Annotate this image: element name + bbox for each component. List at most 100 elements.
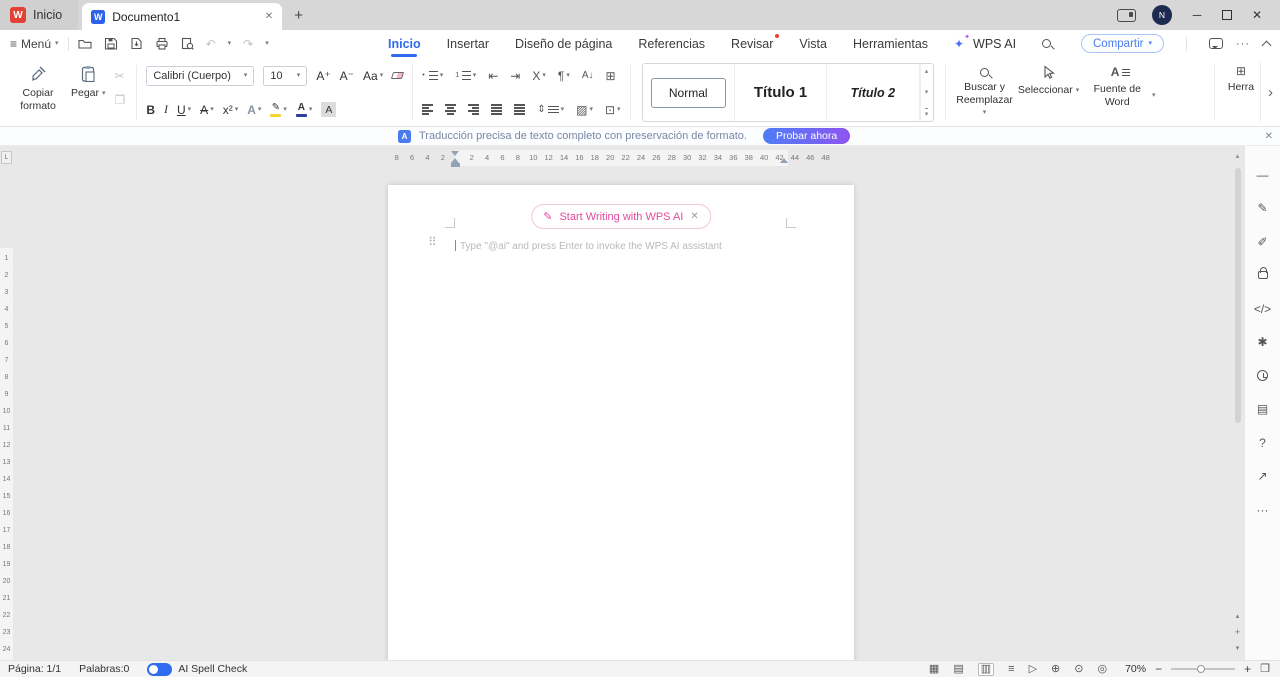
new-tab-button[interactable]: + xyxy=(294,7,303,24)
highlight-button[interactable]: ✎▾ xyxy=(270,103,287,117)
bold-button[interactable]: B xyxy=(146,103,155,117)
close-notification-icon[interactable]: ✕ xyxy=(1265,131,1273,142)
drag-handle-icon[interactable]: ⠿ xyxy=(428,236,437,248)
document-page[interactable]: ✎ Start Writing with WPS AI ✕ ⠿ Type "@a… xyxy=(388,185,854,660)
vertical-scrollbar[interactable]: ▴ ▴ + ▾ xyxy=(1231,152,1244,656)
italic-button[interactable]: I xyxy=(164,102,168,117)
superscript-button[interactable]: x²▾ xyxy=(223,103,239,117)
vertical-ruler[interactable]: 123456789101112131415161718192021222324 xyxy=(0,170,13,660)
web-layout-icon[interactable]: ▤ xyxy=(953,664,963,675)
edit-pen-icon[interactable]: ✎ xyxy=(1245,192,1280,226)
play-icon[interactable]: ▷ xyxy=(1029,664,1037,675)
style-titulo-2[interactable]: Título 2 xyxy=(827,64,919,121)
asian-layout-button[interactable]: X▾ xyxy=(532,70,546,82)
tab-referencias[interactable]: Referencias xyxy=(638,30,705,57)
help-icon[interactable]: ? xyxy=(1245,426,1280,460)
page-view-icon[interactable]: ▥ xyxy=(978,663,994,676)
cut-icon[interactable]: ✂ xyxy=(115,69,126,83)
tab-vista[interactable]: Vista xyxy=(799,30,827,57)
avatar[interactable]: N xyxy=(1152,5,1172,25)
tools-button[interactable]: ⊞ Herra xyxy=(1222,62,1260,123)
styles-down-icon[interactable]: ▾ xyxy=(925,88,929,96)
print-layout-icon[interactable]: ▦ xyxy=(929,664,939,675)
locate-icon[interactable]: ◎ xyxy=(1097,664,1107,675)
eye-protect-icon[interactable]: ⊙ xyxy=(1074,664,1083,675)
close-doc-tab-icon[interactable]: ✕ xyxy=(265,11,273,22)
distribute-button[interactable] xyxy=(514,104,525,114)
horizontal-ruler[interactable]: 8642 24681012141618202224262830323436384… xyxy=(14,150,1244,166)
sort-button[interactable]: A↓ xyxy=(582,71,594,81)
paste-button[interactable]: Pegar▾ xyxy=(66,62,111,123)
history-icon[interactable] xyxy=(1245,359,1280,393)
paragraph-marks-button[interactable]: ¶▾ xyxy=(558,70,570,82)
open-button[interactable] xyxy=(78,37,92,50)
style-normal[interactable]: Normal xyxy=(643,64,735,121)
numbering-button[interactable]: 1▾ xyxy=(455,71,476,81)
word-source-button[interactable]: A Fuente de Word▾ xyxy=(1081,62,1161,123)
language-icon[interactable]: ⊕ xyxy=(1051,664,1060,675)
tab-insertar[interactable]: Insertar xyxy=(447,30,489,57)
browse-object-icon[interactable]: + xyxy=(1235,629,1240,635)
scroll-up-icon[interactable]: ▴ xyxy=(1236,152,1240,162)
device-icon[interactable] xyxy=(1117,9,1136,22)
justify-button[interactable] xyxy=(491,104,502,114)
comment-icon[interactable] xyxy=(1209,38,1223,49)
export-pdf-button[interactable] xyxy=(130,37,143,50)
settings-icon[interactable]: ✱ xyxy=(1245,326,1280,360)
zoom-level[interactable]: 70% xyxy=(1125,663,1146,675)
select-tool-icon[interactable]: ✐ xyxy=(1245,225,1280,259)
borders-button[interactable]: ⊡▾ xyxy=(605,104,621,116)
first-line-indent-marker[interactable] xyxy=(451,151,459,156)
close-chip-icon[interactable]: ✕ xyxy=(690,211,698,222)
tab-herramientas[interactable]: Herramientas xyxy=(853,30,928,57)
maximize-button[interactable] xyxy=(1222,10,1232,20)
scrollbar-thumb[interactable] xyxy=(1235,168,1241,423)
print-preview-button[interactable] xyxy=(181,37,194,50)
hide-panel-icon[interactable]: — xyxy=(1245,158,1280,192)
styles-more-icon[interactable]: ▾ xyxy=(925,108,929,118)
print-button[interactable] xyxy=(155,37,169,50)
undo-icon[interactable]: ↶ xyxy=(206,37,216,51)
decrease-indent-button[interactable]: ⇤ xyxy=(488,70,498,82)
code-icon[interactable]: </> xyxy=(1245,292,1280,326)
right-indent-marker[interactable] xyxy=(780,158,788,163)
strikethrough-button[interactable]: A▾ xyxy=(200,103,214,117)
try-now-button[interactable]: Probar ahora xyxy=(763,128,850,144)
align-center-button[interactable] xyxy=(445,104,456,114)
word-count[interactable]: Palabras:0 xyxy=(79,663,129,675)
clear-format-button[interactable] xyxy=(392,72,403,79)
shading-button[interactable]: ▨▾ xyxy=(576,104,593,116)
more-icon[interactable]: ··· xyxy=(1245,493,1280,527)
tab-revisar[interactable]: Revisar xyxy=(731,30,773,57)
save-button[interactable] xyxy=(104,37,118,50)
lock-icon[interactable] xyxy=(1245,259,1280,293)
left-indent-marker[interactable] xyxy=(451,163,460,167)
align-left-button[interactable] xyxy=(422,104,433,114)
font-color-button[interactable]: A▾ xyxy=(296,103,313,117)
font-size-select[interactable]: 10 ▾ xyxy=(263,66,307,86)
previous-page-icon[interactable]: ▴ xyxy=(1236,612,1240,620)
collapse-ribbon-icon[interactable] xyxy=(1262,40,1272,50)
increase-indent-button[interactable]: ⇥ xyxy=(510,70,520,82)
close-window-button[interactable]: ✕ xyxy=(1248,8,1266,22)
select-button[interactable]: Seleccionar▾ xyxy=(1017,62,1081,123)
ai-spellcheck-toggle[interactable] xyxy=(147,663,172,676)
bullets-button[interactable]: •▾ xyxy=(422,71,443,81)
zoom-slider[interactable] xyxy=(1171,668,1235,670)
styles-up-icon[interactable]: ▴ xyxy=(925,67,929,75)
export-icon[interactable]: ↗ xyxy=(1245,460,1280,494)
zoom-slider-handle[interactable] xyxy=(1197,665,1205,673)
fit-page-icon[interactable]: ❒ xyxy=(1260,664,1270,675)
zoom-in-button[interactable]: + xyxy=(1244,662,1251,676)
minimize-button[interactable]: ─ xyxy=(1188,8,1206,22)
home-tab[interactable]: W Inicio xyxy=(0,0,78,30)
style-titulo-1[interactable]: Título 1 xyxy=(735,64,827,121)
undo-dropdown-icon[interactable]: ▾ xyxy=(228,40,232,47)
tab-wps-ai[interactable]: ✦✦ WPS AI xyxy=(954,37,1016,51)
wps-ai-chip[interactable]: ✎ Start Writing with WPS AI ✕ xyxy=(531,204,711,229)
grid-button[interactable]: ⊞ xyxy=(606,70,616,82)
grow-font-button[interactable]: A⁺ xyxy=(316,69,330,83)
more-options-icon[interactable]: ··· xyxy=(1236,38,1250,50)
shrink-font-button[interactable]: A⁻ xyxy=(340,69,354,83)
underline-button[interactable]: U▾ xyxy=(177,103,191,117)
